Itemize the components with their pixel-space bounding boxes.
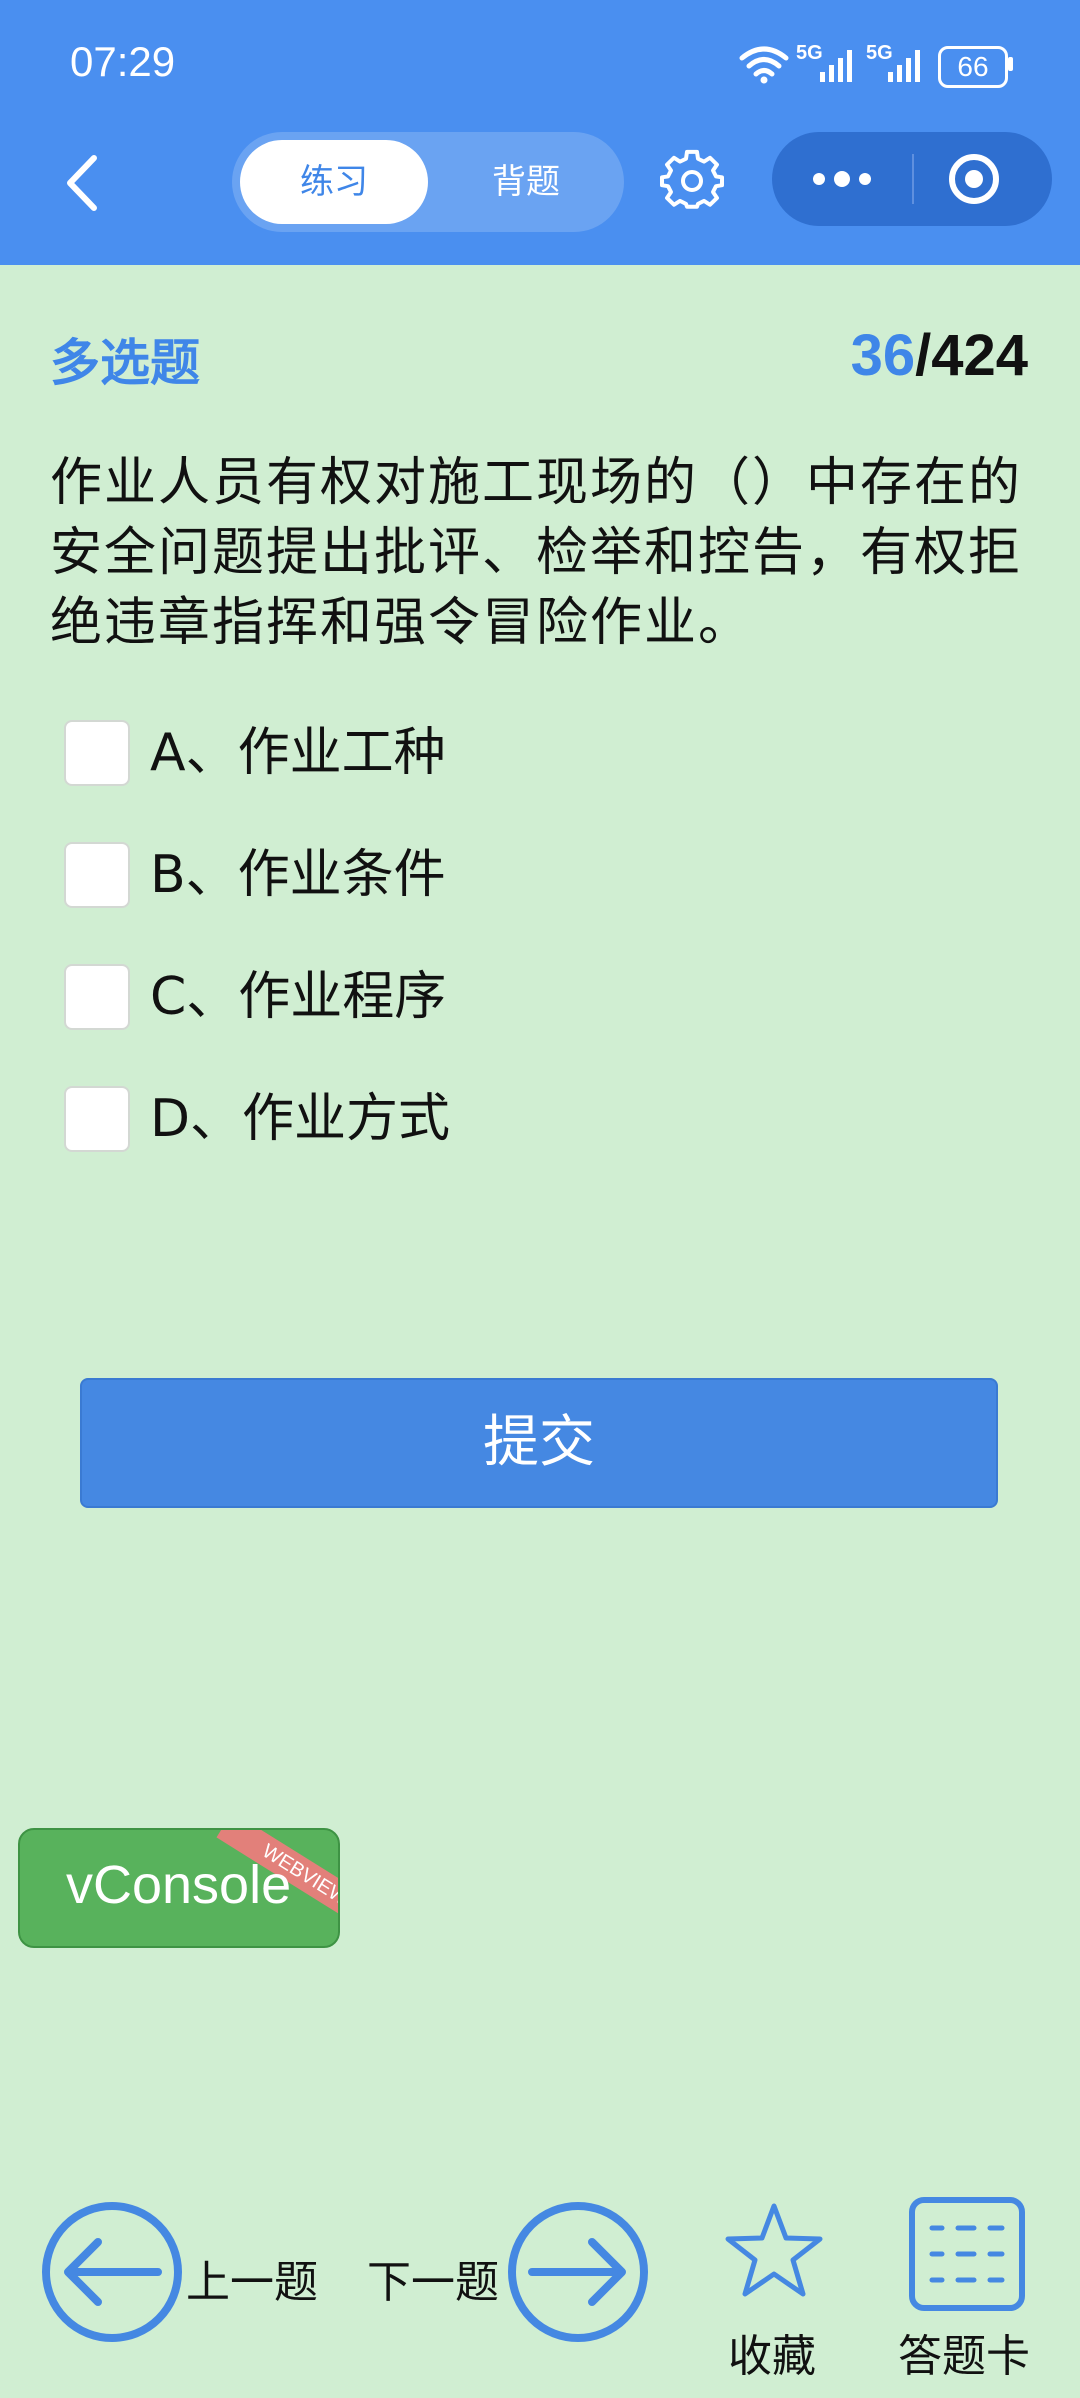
option-a[interactable]: A、作业工种	[64, 720, 964, 790]
prev-question-button[interactable]: 上一题	[186, 2246, 318, 2310]
next-question-button[interactable]: 下一题	[367, 2246, 499, 2310]
vconsole-label: vConsole	[66, 1855, 292, 1915]
mode-switch: 练习 背题	[232, 132, 624, 232]
option-label: A、作业工种	[150, 723, 446, 783]
app-header: 07:29 5G 5G 66 练习 背题	[0, 0, 1080, 265]
current-index: 36	[850, 323, 916, 388]
more-dots-icon[interactable]	[772, 132, 912, 226]
mini-program-capsule	[772, 132, 1052, 226]
answer-card-button[interactable]: 答题卡	[898, 2320, 1030, 2384]
option-label: C、作业程序	[150, 967, 447, 1027]
favorite-button[interactable]: 收藏	[728, 2320, 816, 2384]
vconsole-button[interactable]: WEBVIEW vConsole	[18, 1828, 340, 1948]
checkbox[interactable]	[64, 842, 130, 908]
gear-icon[interactable]	[660, 148, 724, 212]
checkbox[interactable]	[64, 1086, 130, 1152]
star-icon[interactable]	[722, 2200, 826, 2304]
signal-icon	[820, 50, 852, 82]
submit-button[interactable]: 提交	[80, 1378, 998, 1508]
tab-practice[interactable]: 练习	[240, 140, 428, 224]
status-time: 07:29	[70, 38, 176, 85]
checkbox[interactable]	[64, 964, 130, 1030]
checkbox[interactable]	[64, 720, 130, 786]
option-label: B、作业条件	[150, 845, 446, 905]
arrow-right-circle-icon[interactable]	[506, 2200, 650, 2344]
wifi-icon	[739, 46, 789, 84]
battery-tip	[1008, 57, 1013, 71]
arrow-left-circle-icon[interactable]	[40, 2200, 184, 2344]
total-count: /424	[915, 323, 1028, 388]
option-b[interactable]: B、作业条件	[64, 842, 964, 912]
answer-card-icon[interactable]	[908, 2196, 1026, 2312]
tab-memorize[interactable]: 背题	[432, 140, 620, 224]
option-c[interactable]: C、作业程序	[64, 964, 964, 1034]
question-text: 作业人员有权对施工现场的（）中存在的安全问题提出批评、检举和控告，有权拒绝违章指…	[50, 453, 1023, 653]
option-label: D、作业方式	[150, 1089, 451, 1149]
option-d[interactable]: D、作业方式	[64, 1086, 964, 1156]
signal-icon	[888, 50, 920, 82]
close-target-icon[interactable]	[914, 132, 1052, 226]
question-type: 多选题	[50, 334, 200, 392]
battery-icon: 66	[938, 46, 1008, 88]
question-counter: 36/424	[851, 322, 1028, 389]
back-arrow-icon[interactable]	[58, 150, 108, 216]
